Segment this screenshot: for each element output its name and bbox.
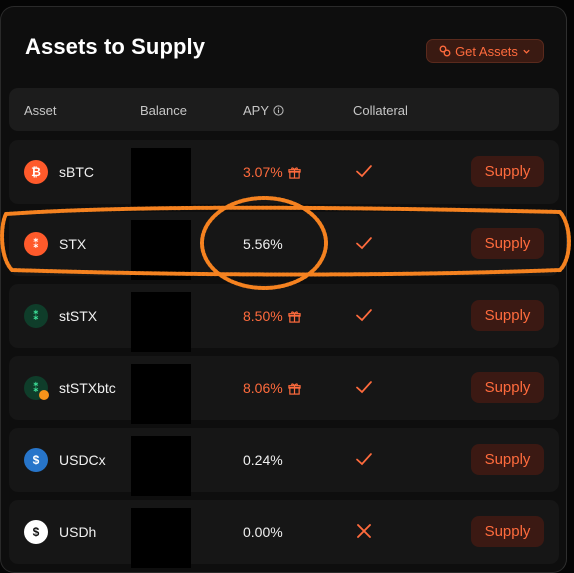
stx-icon: ⁑ xyxy=(24,232,48,256)
balance-redacted xyxy=(131,364,191,424)
column-header-asset: Asset xyxy=(24,103,57,118)
column-header-apy: APY xyxy=(243,103,284,118)
apy-value: 8.06% xyxy=(243,380,301,396)
chevron-down-icon xyxy=(523,49,530,54)
check-icon xyxy=(356,237,372,250)
table-row: ₿ sBTC 3.07% Supply xyxy=(9,140,559,208)
table-row: $ USDCx 0.24% Supply xyxy=(9,428,559,496)
apy-text: 0.24% xyxy=(243,452,283,468)
supply-button[interactable]: Supply xyxy=(471,300,544,331)
table-row: ⁑ stSTXbtc 8.06% Supply xyxy=(9,356,559,424)
supply-button[interactable]: Supply xyxy=(471,228,544,259)
balance-redacted xyxy=(131,148,191,208)
apy-text: 5.56% xyxy=(243,236,283,252)
apy-value: 0.00% xyxy=(243,524,283,540)
asset-name: STX xyxy=(59,236,87,252)
apy-value: 8.50% xyxy=(243,308,301,324)
apy-value: 0.24% xyxy=(243,452,283,468)
gift-icon[interactable] xyxy=(288,166,301,179)
table-row: ⁑ STX 5.56% Supply xyxy=(9,212,559,280)
btc-badge-icon xyxy=(39,390,49,400)
balance-redacted xyxy=(131,220,191,280)
check-icon xyxy=(356,453,372,466)
apy-text: 8.06% xyxy=(243,380,283,396)
supply-button[interactable]: Supply xyxy=(471,372,544,403)
balance-redacted xyxy=(131,508,191,568)
check-icon xyxy=(356,381,372,394)
table-row: $ USDh 0.00% Supply xyxy=(9,500,559,568)
asset-name: USDCx xyxy=(59,452,106,468)
apy-header-label: APY xyxy=(243,103,270,118)
column-header-balance: Balance xyxy=(140,103,187,118)
gift-icon[interactable] xyxy=(288,310,301,323)
check-icon xyxy=(356,165,372,178)
supply-button[interactable]: Supply xyxy=(471,444,544,475)
get-assets-button[interactable]: Get Assets xyxy=(426,39,544,63)
apy-value: 3.07% xyxy=(243,164,301,180)
cross-icon xyxy=(357,524,371,538)
apy-text: 0.00% xyxy=(243,524,283,540)
panel-title: Assets to Supply xyxy=(25,34,206,59)
sbtc-icon: ₿ xyxy=(24,160,48,184)
apy-value: 5.56% xyxy=(243,236,283,252)
balance-redacted xyxy=(131,436,191,496)
balance-redacted xyxy=(131,292,191,352)
gift-icon[interactable] xyxy=(288,382,301,395)
link-icon xyxy=(439,45,451,57)
asset-name: stSTX xyxy=(59,308,98,324)
get-assets-label: Get Assets xyxy=(455,43,518,59)
apy-text: 3.07% xyxy=(243,164,283,180)
usdcx-icon: $ xyxy=(24,448,48,472)
supply-button[interactable]: Supply xyxy=(471,156,544,187)
asset-name: sBTC xyxy=(59,164,94,180)
column-header-collateral: Collateral xyxy=(353,103,408,118)
supply-button[interactable]: Supply xyxy=(471,516,544,547)
asset-name: USDh xyxy=(59,524,97,540)
usdh-icon: $ xyxy=(24,520,48,544)
check-icon xyxy=(356,309,372,322)
table-header: Asset Balance APY Collateral xyxy=(9,88,559,131)
asset-name: stSTXbtc xyxy=(59,380,116,396)
apy-text: 8.50% xyxy=(243,308,283,324)
ststx-icon: ⁑ xyxy=(24,304,48,328)
table-row: ⁑ stSTX 8.50% Supply xyxy=(9,284,559,352)
info-icon[interactable] xyxy=(273,105,284,116)
